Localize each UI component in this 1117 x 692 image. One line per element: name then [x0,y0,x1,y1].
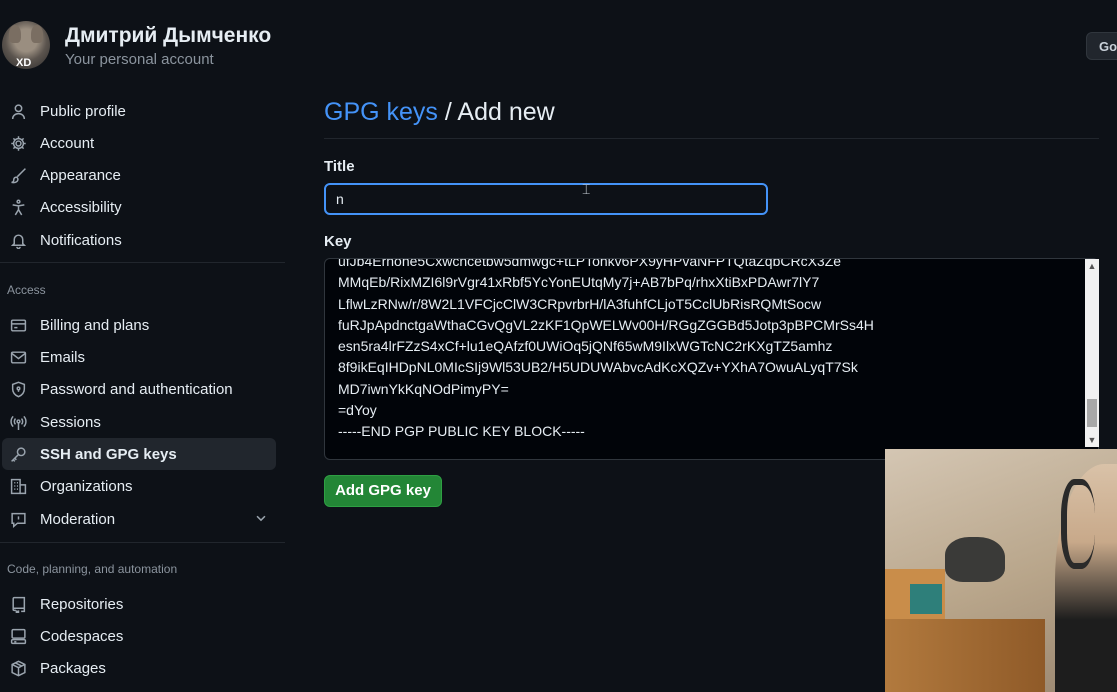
sidebar-item-label: Accessibility [40,198,122,216]
sidebar-item-codespaces[interactable]: Codespaces [2,620,276,652]
breadcrumb-current: Add new [457,98,555,126]
shield-icon [9,380,27,398]
chevron-down-icon[interactable] [254,511,268,529]
title-input[interactable]: n [324,183,768,215]
avatar[interactable]: XD [2,21,50,69]
title-field-label: Title [324,158,355,175]
key-line: =dYoy [338,402,377,419]
sidebar-item-sessions[interactable]: Sessions [2,406,276,438]
sidebar-item-emails[interactable]: Emails [2,341,276,373]
breadcrumb-separator: / [437,98,458,126]
key-field-label: Key [324,233,352,250]
sidebar-item-label: Appearance [40,166,121,184]
sidebar-item-repositories[interactable]: Repositories [2,588,276,620]
sidebar-item-organizations[interactable]: Organizations [2,470,276,502]
key-line: esn5ra4lrFZzS4xCf+lu1eQAfzf0UWiOq5jQNf65… [338,338,833,355]
key-line: -----END PGP PUBLIC KEY BLOCK----- [338,423,585,440]
sidebar-item-accessibility[interactable]: Accessibility [2,191,276,223]
sidebar-item-label: Billing and plans [40,316,150,334]
sidebar-item-label: Public profile [40,102,126,120]
page-title: GPG keys / Add new [324,98,555,127]
sidebar-item-password-authentication[interactable]: Password and authentication [2,373,276,405]
sidebar-item-label: Packages [40,659,106,677]
account-header: XD Дмитрий Дымченко Your personal accoun… [0,0,1117,90]
text-cursor-icon: ⌶ [582,181,591,197]
key-line: LflwLzRNw/r/8W2L1VFCjcClW3CRpvrbrH/lA3fu… [338,295,822,312]
accessibility-icon [9,198,27,216]
sidebar-item-label: SSH and GPG keys [40,445,177,463]
sidebar-item-moderation[interactable]: Moderation [2,503,276,535]
key-icon [9,445,27,463]
organization-icon [9,477,27,495]
section-label-access: Access [7,283,46,297]
package-icon [9,659,27,677]
gear-icon [9,134,27,152]
key-line: MD7iwnYkKqNOdPimyPY= [338,380,509,397]
title-divider [324,138,1099,139]
report-icon [9,510,27,528]
scroll-up-arrow-icon[interactable]: ▲ [1085,259,1099,273]
paintbrush-icon [9,166,27,184]
scroll-down-arrow-icon[interactable]: ▼ [1085,433,1099,447]
key-line: ufJb4Erhone5Cxwchcetbw5dmwgc+tLPTohkv6PX… [338,258,842,269]
sidebar-item-notifications[interactable]: Notifications [2,224,276,256]
sidebar-item-ssh-gpg-keys[interactable]: SSH and GPG keys [2,438,276,470]
sidebar-item-label: Repositories [40,595,124,613]
add-gpg-key-button[interactable]: Add GPG key [324,475,442,507]
broadcast-icon [9,413,27,431]
sidebar-item-public-profile[interactable]: Public profile [2,95,276,127]
sidebar-item-label: Password and authentication [40,380,233,398]
bell-icon [9,231,27,249]
sidebar-item-label: Sessions [40,413,101,431]
sidebar-divider [0,542,285,543]
sidebar-item-label: Codespaces [40,627,124,645]
repo-icon [9,595,27,613]
codespaces-icon [9,627,27,645]
sidebar-divider [0,262,285,263]
sidebar-item-label: Notifications [40,231,122,249]
sidebar-item-account[interactable]: Account [2,127,276,159]
go-to-profile-button[interactable]: Go [1086,32,1117,60]
key-textarea[interactable]: ufJb4Erhone5Cxwchcetbw5dmwgc+tLPTohkv6PX… [324,258,1099,460]
person-icon [9,102,27,120]
sidebar-item-label: Account [40,134,95,152]
credit-card-icon [9,316,27,334]
scrollbar-thumb[interactable] [1087,399,1097,427]
key-line: MMqEb/RixMZI6l9rVgr41xRbf5YcYonEUtqMy7j+… [338,274,820,291]
account-subtitle: Your personal account [65,51,214,68]
avatar-badge: XD [16,57,32,69]
section-label-code: Code, planning, and automation [7,562,178,576]
sidebar-item-label: Emails [40,348,86,366]
sidebar-item-appearance[interactable]: Appearance [2,159,276,191]
key-line: fuRJpApdnctgaWthaCGvQgVL2zKF1QpWELWv00H/… [338,316,874,333]
sidebar-item-label: Moderation [40,510,116,528]
key-text: ufJb4Erhone5Cxwchcetbw5dmwgc+tLPTohkv6PX… [338,258,874,443]
breadcrumb-gpg-keys-link[interactable]: GPG keys [324,98,438,126]
key-line: 8f9ikEqIHDpNL0MIcSIj9Wl53UB2/H5UDUWAbvcA… [338,359,858,376]
sidebar-item-label: Organizations [40,477,133,495]
webcam-overlay [885,449,1117,692]
mail-icon [9,348,27,366]
sidebar-item-billing[interactable]: Billing and plans [2,309,276,341]
key-textarea-scrollbar[interactable]: ▲ ▼ [1085,259,1099,447]
user-name[interactable]: Дмитрий Дымченко [65,24,271,48]
sidebar-item-packages[interactable]: Packages [2,652,276,684]
